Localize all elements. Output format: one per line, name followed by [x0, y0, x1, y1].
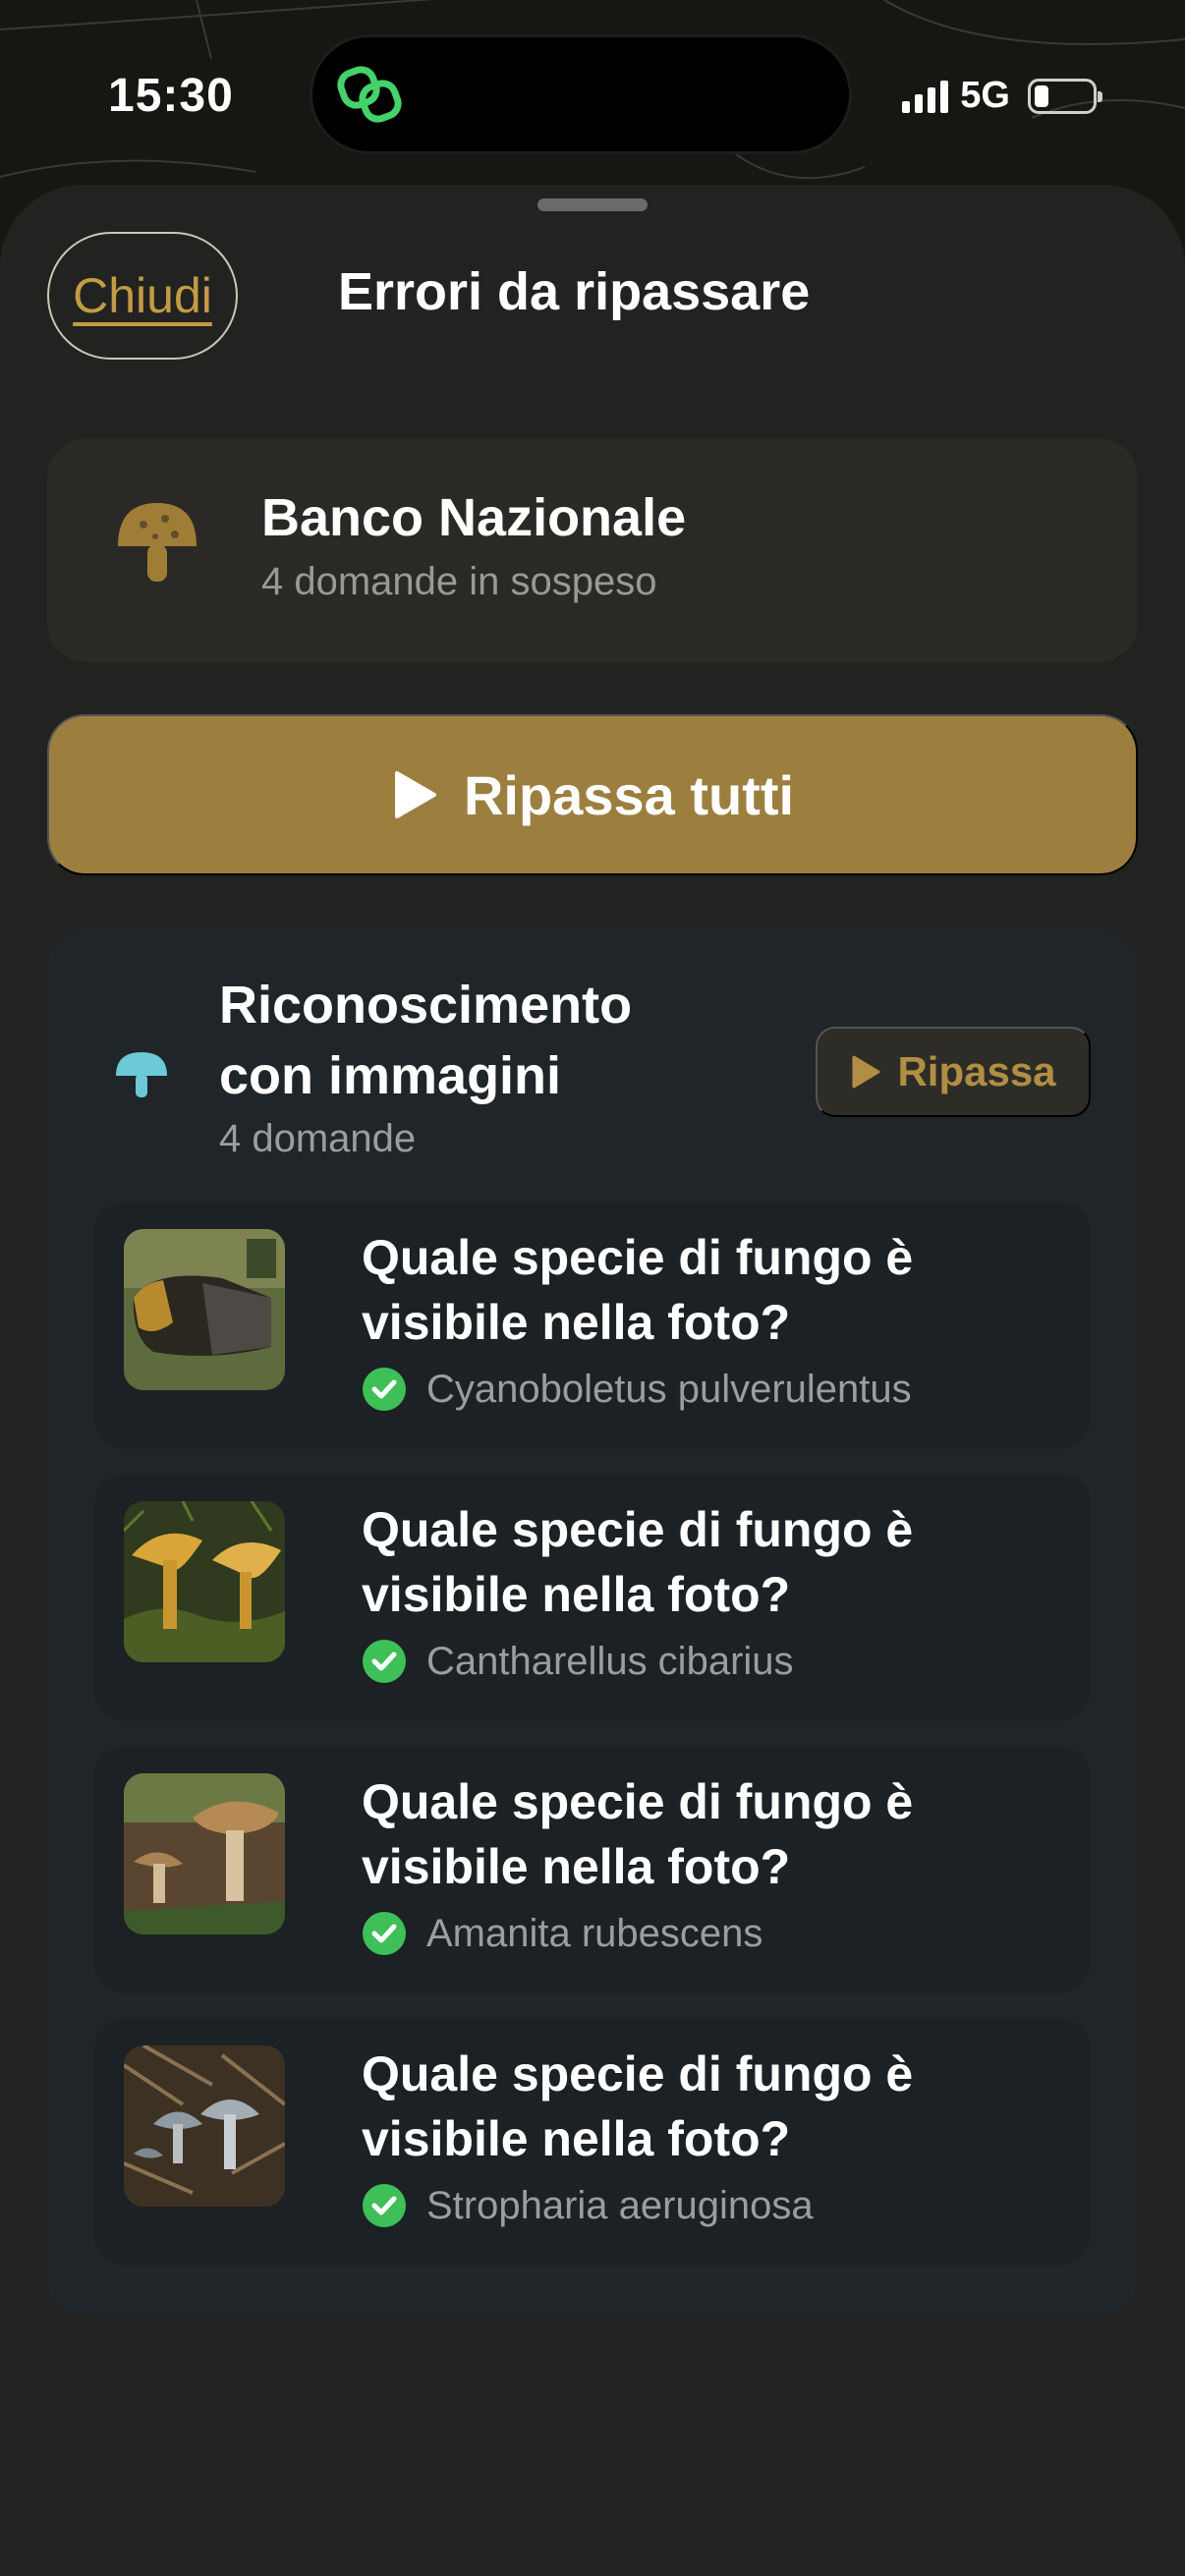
question-item[interactable]: Quale specie di fungo è visibile nella f… [94, 2018, 1091, 2266]
mushroom-photo [124, 1229, 285, 1390]
pending-count: 4 domande in sospeso [261, 560, 657, 603]
mushroom-icon [116, 1052, 167, 1097]
mushroom-photo [124, 1501, 285, 1662]
review-category-button[interactable]: Ripassa [816, 1027, 1091, 1117]
category-title: Riconoscimento con immagini [219, 976, 633, 1105]
battery-level [1035, 84, 1048, 107]
question-text: Quale specie di fungo è visibile nella f… [362, 1230, 914, 1350]
check-circle-icon [363, 1640, 406, 1683]
review-all-button[interactable]: Ripassa tutti [47, 714, 1138, 875]
question-item[interactable]: Quale specie di fungo è visibile nella f… [94, 1474, 1091, 1721]
answer-text: Stropharia aeruginosa [426, 2183, 814, 2227]
sheet-grabber[interactable] [537, 198, 648, 211]
review-sheet: Chiudi Errori da ripassare Banco Naziona… [0, 185, 1185, 2576]
check-circle-icon [363, 1912, 406, 1955]
review-all-label: Ripassa tutti [463, 763, 795, 826]
network-type: 5G [960, 75, 1010, 116]
question-item[interactable]: Quale specie di fungo è visibile nella f… [94, 1746, 1091, 1993]
question-item[interactable]: Quale specie di fungo è visibile nella f… [94, 1202, 1091, 1449]
check-circle-icon [363, 1368, 406, 1411]
close-button[interactable]: Chiudi [47, 232, 238, 360]
correct-answer: Cyanoboletus pulverulentus [362, 1367, 912, 1412]
status-time: 15:30 [108, 70, 234, 122]
category-card: Riconoscimento con immagini 4 domande Ri… [47, 928, 1138, 2317]
play-icon [852, 1055, 880, 1089]
bank-summary-card: Banco Nazionale 4 domande in sospeso [47, 438, 1138, 662]
play-icon [394, 771, 436, 818]
link-activity-icon [337, 66, 402, 123]
status-indicators: 5G [902, 75, 1102, 117]
category-count: 4 domande [219, 1117, 417, 1160]
question-text: Quale specie di fungo è visibile nella f… [362, 1502, 914, 1622]
question-text: Quale specie di fungo è visibile nella f… [362, 1774, 914, 1894]
answer-text: Amanita rubescens [426, 1911, 763, 1955]
mushroom-photo [124, 2045, 285, 2207]
correct-answer: Amanita rubescens [362, 1911, 762, 1956]
bank-name: Banco Nazionale [261, 488, 687, 547]
mushroom-photo [124, 1773, 285, 1934]
correct-answer: Stropharia aeruginosa [362, 2183, 814, 2228]
review-button-label: Ripassa [897, 1048, 1056, 1094]
dynamic-island [312, 37, 849, 151]
question-text: Quale specie di fungo è visibile nella f… [362, 2046, 914, 2166]
check-circle-icon [363, 2184, 406, 2227]
answer-text: Cyanoboletus pulverulentus [426, 1367, 912, 1411]
correct-answer: Cantharellus cibarius [362, 1639, 794, 1684]
mushroom-icon [118, 503, 197, 582]
cellular-signal-icon [902, 80, 949, 113]
battery-icon [1028, 78, 1102, 114]
answer-text: Cantharellus cibarius [426, 1639, 794, 1683]
sheet-title: Errori da ripassare [338, 262, 811, 321]
